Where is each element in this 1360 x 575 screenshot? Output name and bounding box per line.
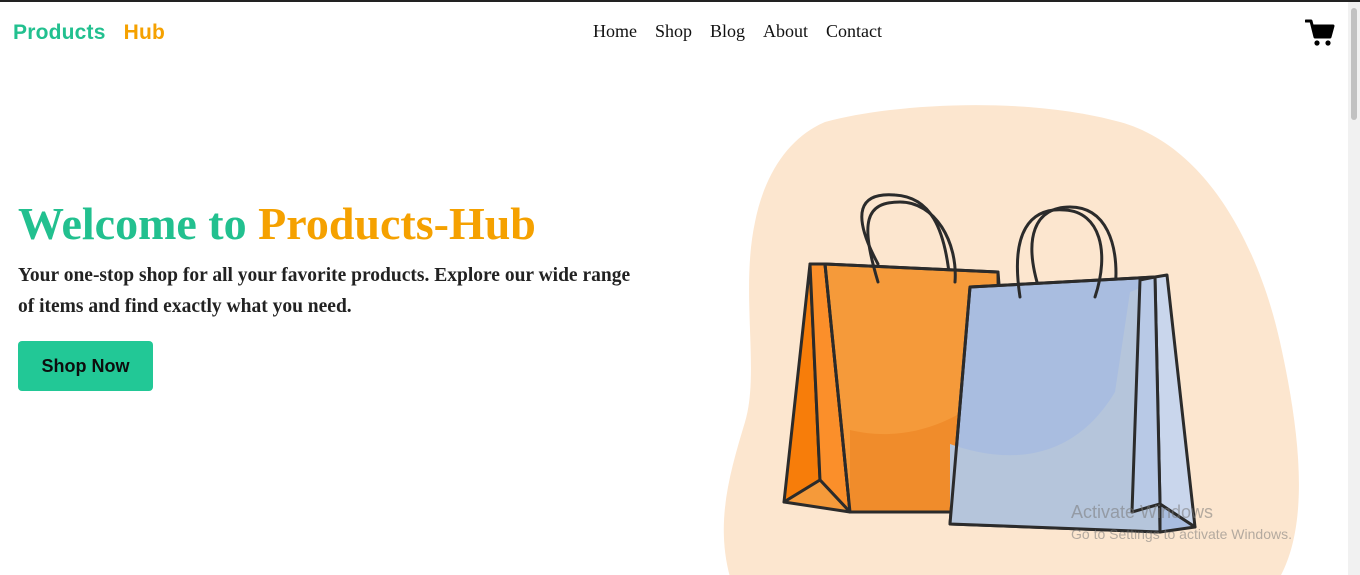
logo-word-products: Products	[13, 21, 106, 44]
shopping-cart-icon[interactable]	[1304, 18, 1335, 48]
hero-title-brand: Products-Hub	[258, 198, 536, 249]
nav-home[interactable]: Home	[593, 21, 637, 42]
nav-about[interactable]: About	[763, 21, 808, 42]
logo-word-hub: Hub	[123, 21, 166, 44]
hero-subtitle: Your one-stop shop for all your favorite…	[18, 265, 631, 317]
nav-contact[interactable]: Contact	[826, 21, 882, 42]
logo[interactable]: Products Hub	[13, 21, 165, 45]
windows-activation-watermark: Activate Windows Go to Settings to activ…	[1071, 502, 1292, 542]
main-nav: Home Shop Blog About Contact	[593, 21, 900, 42]
shop-now-button[interactable]: Shop Now	[18, 341, 153, 391]
page-scrollbar[interactable]	[1348, 2, 1360, 575]
scrollbar-thumb[interactable]	[1351, 8, 1357, 120]
watermark-title: Activate Windows	[1071, 502, 1214, 522]
nav-blog[interactable]: Blog	[710, 21, 745, 42]
hero-title-welcome: Welcome to	[18, 198, 247, 249]
nav-shop[interactable]: Shop	[655, 21, 692, 42]
hero-title: Welcome to Products-Hub	[18, 196, 536, 251]
watermark-subtitle: Go to Settings to activate Windows.	[1071, 526, 1292, 542]
